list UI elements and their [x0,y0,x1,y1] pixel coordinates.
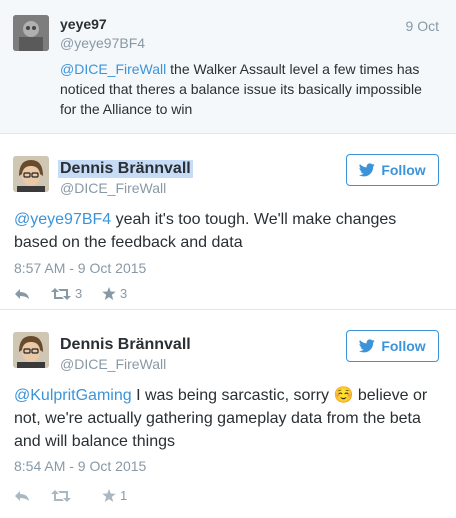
avatar[interactable] [13,332,49,368]
mention-link[interactable]: @DICE_FireWall [60,61,166,77]
twitter-bird-icon [359,163,376,177]
tweet-time[interactable]: 9 Oct [406,18,439,34]
author-handle[interactable]: @DICE_FireWall [60,180,166,196]
retweet-icon [51,287,71,300]
retweet-count: 3 [75,286,83,301]
tweet-text: @yeye97BF4 yeah it's too tough. We'll ma… [14,208,434,254]
follow-label: Follow [381,338,426,354]
mention-link[interactable]: @yeye97BF4 [14,211,111,228]
author-handle[interactable]: @DICE_FireWall [60,356,166,372]
smiling-emoji: ☺️ [333,387,354,404]
reply-icon [15,288,29,299]
favorite-button[interactable]: 1 [102,488,142,503]
avatar[interactable] [13,156,49,192]
follow-label: Follow [381,162,426,178]
tweet-text-body: I was being sarcastic, sorry [131,387,334,404]
favorite-button[interactable]: 3 [102,286,142,301]
tweet-actions: 3 3 [14,286,142,301]
follow-button[interactable]: Follow [346,330,439,362]
mention-link[interactable]: @KulpritGaming [14,387,132,404]
avatar[interactable] [13,15,49,51]
retweet-button[interactable]: 3 [51,286,102,301]
tweet: Dennis Brännvall @DICE_FireWall Follow @… [0,135,456,310]
twitter-bird-icon [359,339,376,353]
tweet-timestamp[interactable]: 8:54 AM - 9 Oct 2015 [14,458,146,474]
tweet-text: @KulpritGaming I was being sarcastic, so… [14,384,434,453]
retweet-icon [51,489,71,502]
retweet-button[interactable] [51,489,102,502]
reply-icon [15,490,29,501]
follow-button[interactable]: Follow [346,154,439,186]
author-handle[interactable]: @yeye97BF4 [60,35,145,51]
favorite-count: 3 [120,286,128,301]
tweet-actions: 1 [14,488,142,503]
reply-button[interactable] [14,288,51,300]
tweet-text: @DICE_FireWall the Walker Assault level … [60,59,440,119]
author-name[interactable]: Dennis Brännvall [58,160,193,178]
author-name[interactable]: Dennis Brännvall [60,336,191,354]
star-icon [102,287,116,300]
tweet: Dennis Brännvall @DICE_FireWall Follow @… [0,311,456,518]
star-icon [102,489,116,502]
tweet-timestamp[interactable]: 8:57 AM - 9 Oct 2015 [14,260,146,276]
favorite-count: 1 [120,488,128,503]
author-name[interactable]: yeye97 [60,16,107,32]
context-tweet: yeye97 @yeye97BF4 9 Oct @DICE_FireWall t… [0,0,456,134]
reply-button[interactable] [14,490,51,502]
